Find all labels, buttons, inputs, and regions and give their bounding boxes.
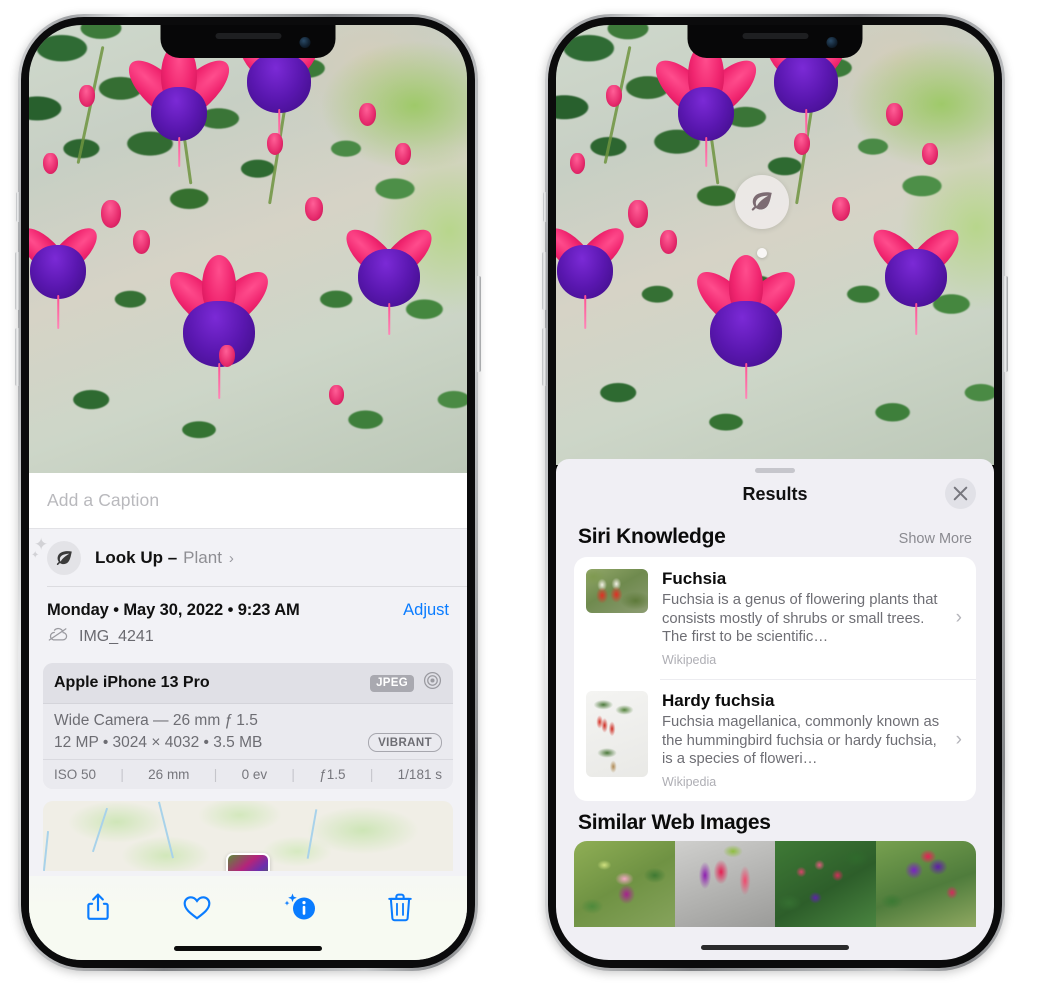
volume-down-button[interactable]: [15, 328, 20, 386]
visual-look-up-indicator-dot: [757, 248, 767, 258]
front-camera-icon: [299, 37, 311, 48]
notch: [160, 25, 336, 58]
chevron-right-icon: ›: [228, 549, 234, 567]
visual-look-up-badge[interactable]: [735, 175, 789, 229]
phone-screen-right: Results Siri Knowledge Show More Fuchsia…: [556, 25, 994, 960]
exif-divider: |: [213, 767, 218, 782]
similar-web-images-header: Similar Web Images: [556, 801, 994, 841]
exif-divider: |: [120, 767, 124, 782]
photo-info-sheet: Add a Caption ✦ ✦ Look Up – Plant › Mond…: [29, 473, 467, 960]
screenshot-root: Add a Caption ✦ ✦ Look Up – Plant › Mond…: [0, 0, 1055, 985]
list-item[interactable]: Hardy fuchsia Fuchsia magellanica, commo…: [574, 678, 976, 801]
location-map[interactable]: [43, 801, 453, 871]
web-image-thumbnail[interactable]: [875, 840, 976, 927]
power-button[interactable]: [476, 276, 481, 372]
look-up-label: Look Up –: [95, 548, 178, 567]
volume-up-button[interactable]: [15, 252, 20, 310]
adjust-button[interactable]: Adjust: [403, 601, 449, 620]
similar-web-images-title: Similar Web Images: [578, 810, 771, 834]
result-source: Wikipedia: [662, 652, 717, 667]
photo-date: Monday • May 30, 2022 • 9:23 AM: [47, 601, 300, 619]
map-photo-pin[interactable]: [226, 853, 270, 871]
exif-exposure-value: 0 ev: [241, 767, 268, 782]
notch: [687, 25, 863, 58]
photo-filename: IMG_4241: [79, 628, 154, 645]
exif-aperture: ƒ1.5: [319, 767, 346, 782]
exif-card[interactable]: Apple iPhone 13 Pro JPEG Wide Camera — 2…: [43, 663, 453, 789]
siri-knowledge-title: Siri Knowledge: [578, 525, 726, 548]
result-description: Fuchsia is a genus of flowering plants t…: [662, 592, 938, 646]
chevron-right-icon: ›: [955, 606, 962, 628]
photo-blossoms: [556, 25, 994, 465]
mute-switch[interactable]: [543, 192, 547, 222]
exif-focal-length: 26 mm: [148, 767, 190, 782]
result-source: Wikipedia: [662, 774, 717, 789]
list-item[interactable]: Fuchsia Fuchsia is a genus of flowering …: [574, 557, 976, 679]
photo-viewer[interactable]: [29, 25, 467, 473]
info-button[interactable]: [283, 892, 317, 922]
exposure-settings-row: ISO 50 | 26 mm | 0 ev | ƒ1.5 | 1/181 s: [43, 759, 453, 789]
aperture-icon: [423, 671, 442, 695]
favorite-button[interactable]: [182, 894, 212, 921]
photo-viewer[interactable]: [556, 25, 994, 465]
earpiece-speaker: [215, 33, 281, 39]
sparkle-icon-small: ✦: [31, 550, 40, 561]
power-button[interactable]: [1003, 276, 1008, 372]
results-header: Results: [556, 473, 994, 515]
close-icon[interactable]: [945, 478, 976, 509]
delete-button[interactable]: [387, 893, 412, 922]
camera-device-name: Apple iPhone 13 Pro: [54, 674, 210, 691]
similar-web-images-grid: [574, 840, 976, 927]
home-indicator[interactable]: [174, 946, 322, 951]
earpiece-speaker: [742, 33, 808, 39]
image-specs: 12 MP • 3024 × 4032 • 3.5 MB: [54, 733, 263, 751]
result-thumbnail: [586, 569, 648, 613]
exif-divider: |: [291, 767, 295, 782]
photo-toolbar: [29, 876, 467, 960]
siri-knowledge-header: Siri Knowledge Show More: [556, 515, 994, 557]
web-image-thumbnail[interactable]: [775, 840, 876, 927]
exif-iso: ISO 50: [54, 767, 97, 782]
exif-divider: |: [369, 767, 374, 782]
icloud-slash-icon: [47, 627, 69, 647]
volume-up-button[interactable]: [542, 252, 547, 310]
front-camera-icon: [826, 37, 838, 48]
iphone-right-visual-lookup-results: Results Siri Knowledge Show More Fuchsia…: [542, 14, 1008, 971]
results-title: Results: [742, 483, 808, 504]
photo-blossoms: [29, 25, 467, 473]
siri-knowledge-card-list: Fuchsia Fuchsia is a genus of flowering …: [574, 557, 976, 801]
file-format-badge: JPEG: [370, 674, 414, 692]
look-up-value: Plant: [183, 548, 222, 567]
volume-down-button[interactable]: [542, 328, 547, 386]
result-title: Hardy fuchsia: [662, 690, 775, 710]
look-up-row[interactable]: ✦ ✦ Look Up – Plant ›: [29, 529, 467, 587]
leaf-icon: ✦ ✦: [31, 536, 81, 575]
chevron-right-icon: ›: [955, 728, 962, 750]
phone-screen-left: Add a Caption ✦ ✦ Look Up – Plant › Mond…: [29, 25, 467, 960]
result-title: Fuchsia: [662, 569, 727, 588]
exif-body: Wide Camera — 26 mm ƒ 1.5 12 MP • 3024 ×…: [43, 704, 453, 759]
exif-header: Apple iPhone 13 Pro JPEG: [43, 663, 453, 704]
results-sheet: Results Siri Knowledge Show More Fuchsia…: [556, 459, 994, 960]
result-thumbnail: [586, 690, 648, 777]
iphone-left-photos-info: Add a Caption ✦ ✦ Look Up – Plant › Mond…: [15, 14, 481, 971]
web-image-thumbnail[interactable]: [574, 840, 675, 927]
show-more-button[interactable]: Show More: [899, 531, 972, 547]
exif-shutter-speed: 1/181 s: [397, 767, 442, 782]
lens-info: Wide Camera — 26 mm ƒ 1.5: [54, 712, 258, 729]
web-image-thumbnail[interactable]: [674, 840, 775, 927]
result-description: Fuchsia magellanica, commonly known as t…: [662, 713, 940, 768]
photo-metadata: Monday • May 30, 2022 • 9:23 AM Adjust I…: [29, 587, 467, 657]
caption-input-row[interactable]: Add a Caption: [29, 473, 467, 529]
photographic-style-badge: VIBRANT: [368, 733, 442, 752]
caption-placeholder[interactable]: Add a Caption: [47, 490, 159, 511]
home-indicator[interactable]: [701, 945, 849, 950]
mute-switch[interactable]: [16, 192, 20, 222]
share-button[interactable]: [85, 892, 111, 922]
